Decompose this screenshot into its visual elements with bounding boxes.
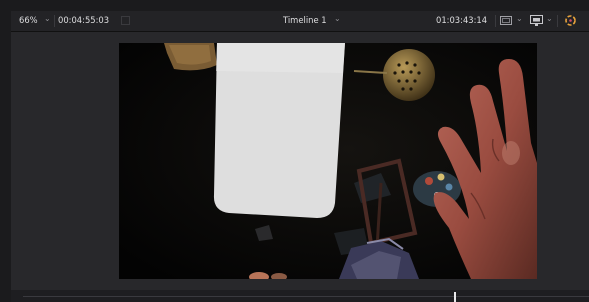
zoom-level[interactable]: 66% [19,15,38,25]
timeline-dropdown-chevron-icon[interactable]: ⌄ [334,14,341,23]
timeline-name[interactable]: Timeline 1 [283,15,327,25]
playhead[interactable] [454,292,456,302]
video-frame-image [119,43,537,279]
timeline-scrubber[interactable] [11,290,589,302]
scrubber-track[interactable] [23,296,589,297]
color-wheel-icon[interactable] [564,14,577,27]
duration-timecode: 00:04:55:03 [58,15,110,25]
divider [557,15,558,27]
display-chevron-icon[interactable]: ⌄ [546,14,553,23]
divider [54,15,55,27]
viewer-toolbar: 66% ⌄ 00:04:55:03 Timeline 1 ⌄ 01:03:43:… [11,11,589,32]
display-icon[interactable] [530,15,543,26]
current-timecode[interactable]: 01:03:43:14 [436,15,487,25]
clip-indicator-icon [121,16,130,25]
viewer-layout-icon[interactable] [500,15,512,26]
video-frame[interactable] [119,43,537,279]
chevron-down-icon[interactable]: ⌄ [44,14,51,23]
viewer-layout-chevron-icon[interactable]: ⌄ [516,14,523,23]
divider [495,15,496,27]
